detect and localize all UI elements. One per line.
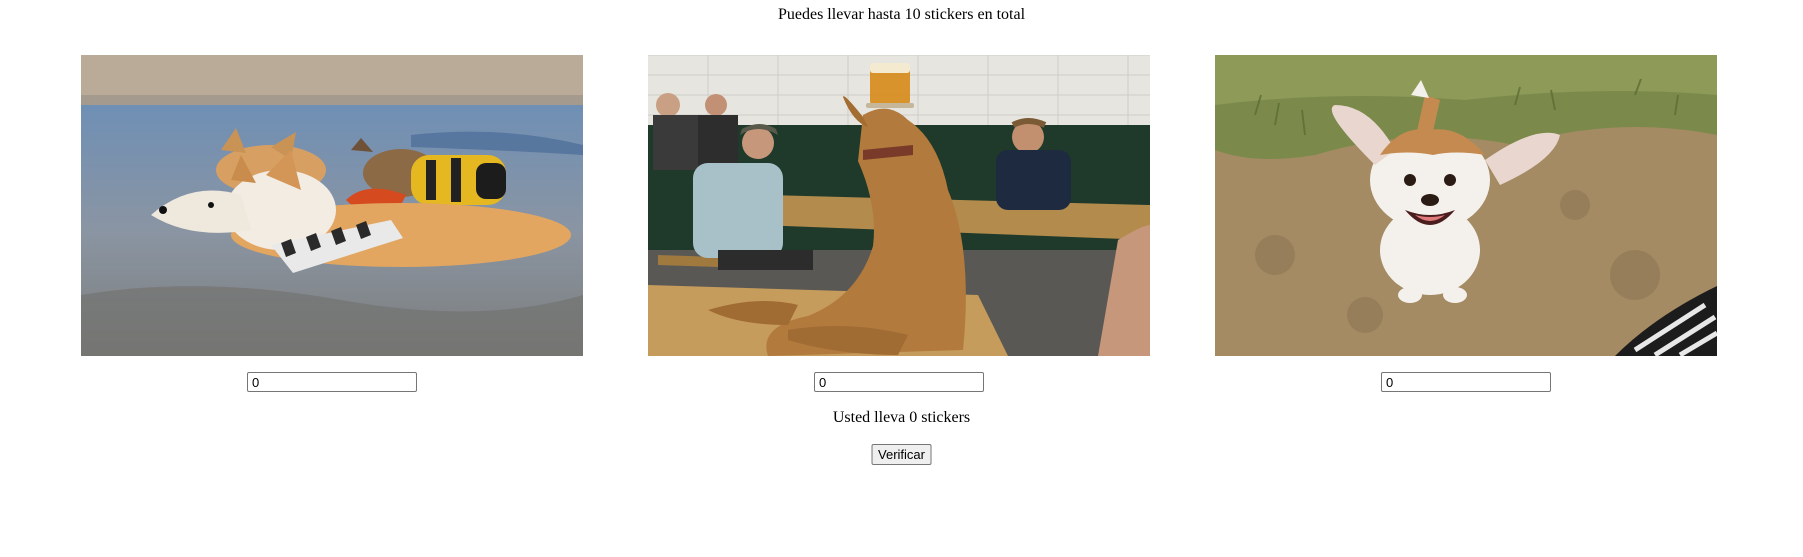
sticker-quantity-input-3[interactable] [1381, 372, 1551, 392]
sticker-card-3 [1215, 55, 1717, 395]
sticker-quantity-input-1[interactable] [247, 372, 417, 392]
golden-retriever-beer-photo [648, 55, 1150, 356]
sticker-page: Puedes llevar hasta 10 stickers en total [0, 0, 1803, 557]
sticker-gallery [81, 55, 1721, 395]
happy-puppy-dirt-photo [1215, 55, 1717, 356]
sticker-card-1 [81, 55, 583, 395]
corgis-swimming-photo [81, 55, 583, 356]
sticker-count-text: Usted lleva 0 stickers [832, 409, 971, 426]
sticker-card-2 [648, 55, 1150, 395]
limit-message: Puedes llevar hasta 10 stickers en total [777, 6, 1026, 23]
sticker-quantity-input-2[interactable] [814, 372, 984, 392]
verify-button[interactable]: Verificar [871, 444, 932, 465]
